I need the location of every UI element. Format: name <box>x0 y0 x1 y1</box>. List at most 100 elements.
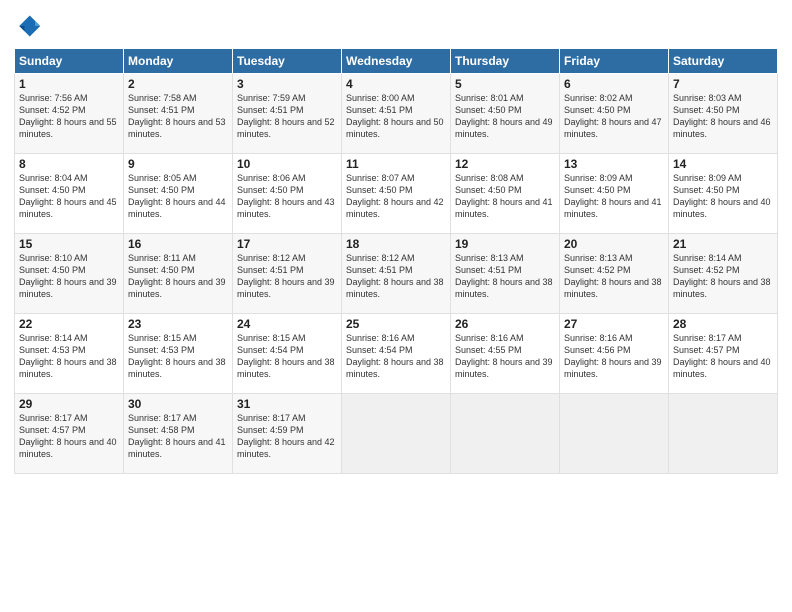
day-number: 2 <box>128 77 228 91</box>
cell-info: Sunrise: 8:15 AMSunset: 4:53 PMDaylight:… <box>128 332 228 381</box>
calendar-cell: 4Sunrise: 8:00 AMSunset: 4:51 PMDaylight… <box>342 74 451 154</box>
day-number: 10 <box>237 157 337 171</box>
day-number: 18 <box>346 237 446 251</box>
calendar-cell: 21Sunrise: 8:14 AMSunset: 4:52 PMDayligh… <box>669 234 778 314</box>
calendar-cell: 27Sunrise: 8:16 AMSunset: 4:56 PMDayligh… <box>560 314 669 394</box>
calendar-cell: 6Sunrise: 8:02 AMSunset: 4:50 PMDaylight… <box>560 74 669 154</box>
cell-info: Sunrise: 7:56 AMSunset: 4:52 PMDaylight:… <box>19 92 119 141</box>
calendar-cell: 23Sunrise: 8:15 AMSunset: 4:53 PMDayligh… <box>124 314 233 394</box>
calendar-cell: 31Sunrise: 8:17 AMSunset: 4:59 PMDayligh… <box>233 394 342 474</box>
calendar-cell: 16Sunrise: 8:11 AMSunset: 4:50 PMDayligh… <box>124 234 233 314</box>
day-number: 24 <box>237 317 337 331</box>
calendar-cell: 12Sunrise: 8:08 AMSunset: 4:50 PMDayligh… <box>451 154 560 234</box>
day-number: 20 <box>564 237 664 251</box>
cell-info: Sunrise: 8:08 AMSunset: 4:50 PMDaylight:… <box>455 172 555 221</box>
day-number: 5 <box>455 77 555 91</box>
day-number: 12 <box>455 157 555 171</box>
cell-info: Sunrise: 8:16 AMSunset: 4:54 PMDaylight:… <box>346 332 446 381</box>
cell-info: Sunrise: 8:13 AMSunset: 4:51 PMDaylight:… <box>455 252 555 301</box>
cell-info: Sunrise: 7:59 AMSunset: 4:51 PMDaylight:… <box>237 92 337 141</box>
cell-info: Sunrise: 8:13 AMSunset: 4:52 PMDaylight:… <box>564 252 664 301</box>
calendar-cell: 20Sunrise: 8:13 AMSunset: 4:52 PMDayligh… <box>560 234 669 314</box>
day-number: 30 <box>128 397 228 411</box>
calendar-header-saturday: Saturday <box>669 49 778 74</box>
calendar-cell: 1Sunrise: 7:56 AMSunset: 4:52 PMDaylight… <box>15 74 124 154</box>
cell-info: Sunrise: 8:16 AMSunset: 4:56 PMDaylight:… <box>564 332 664 381</box>
cell-info: Sunrise: 8:09 AMSunset: 4:50 PMDaylight:… <box>564 172 664 221</box>
cell-info: Sunrise: 8:16 AMSunset: 4:55 PMDaylight:… <box>455 332 555 381</box>
day-number: 14 <box>673 157 773 171</box>
calendar-cell: 28Sunrise: 8:17 AMSunset: 4:57 PMDayligh… <box>669 314 778 394</box>
cell-info: Sunrise: 8:14 AMSunset: 4:53 PMDaylight:… <box>19 332 119 381</box>
calendar-cell: 5Sunrise: 8:01 AMSunset: 4:50 PMDaylight… <box>451 74 560 154</box>
cell-info: Sunrise: 7:58 AMSunset: 4:51 PMDaylight:… <box>128 92 228 141</box>
day-number: 11 <box>346 157 446 171</box>
calendar-header-monday: Monday <box>124 49 233 74</box>
cell-info: Sunrise: 8:03 AMSunset: 4:50 PMDaylight:… <box>673 92 773 141</box>
cell-info: Sunrise: 8:00 AMSunset: 4:51 PMDaylight:… <box>346 92 446 141</box>
cell-info: Sunrise: 8:09 AMSunset: 4:50 PMDaylight:… <box>673 172 773 221</box>
calendar-cell: 2Sunrise: 7:58 AMSunset: 4:51 PMDaylight… <box>124 74 233 154</box>
cell-info: Sunrise: 8:17 AMSunset: 4:57 PMDaylight:… <box>673 332 773 381</box>
day-number: 4 <box>346 77 446 91</box>
cell-info: Sunrise: 8:17 AMSunset: 4:59 PMDaylight:… <box>237 412 337 461</box>
calendar-cell: 24Sunrise: 8:15 AMSunset: 4:54 PMDayligh… <box>233 314 342 394</box>
day-number: 3 <box>237 77 337 91</box>
cell-info: Sunrise: 8:10 AMSunset: 4:50 PMDaylight:… <box>19 252 119 301</box>
logo-icon <box>14 12 42 40</box>
calendar-cell: 19Sunrise: 8:13 AMSunset: 4:51 PMDayligh… <box>451 234 560 314</box>
cell-info: Sunrise: 8:14 AMSunset: 4:52 PMDaylight:… <box>673 252 773 301</box>
day-number: 15 <box>19 237 119 251</box>
day-number: 13 <box>564 157 664 171</box>
calendar-header-thursday: Thursday <box>451 49 560 74</box>
calendar-cell: 9Sunrise: 8:05 AMSunset: 4:50 PMDaylight… <box>124 154 233 234</box>
day-number: 17 <box>237 237 337 251</box>
calendar-table: SundayMondayTuesdayWednesdayThursdayFrid… <box>14 48 778 474</box>
cell-info: Sunrise: 8:02 AMSunset: 4:50 PMDaylight:… <box>564 92 664 141</box>
day-number: 22 <box>19 317 119 331</box>
calendar-header-wednesday: Wednesday <box>342 49 451 74</box>
calendar-cell <box>451 394 560 474</box>
day-number: 23 <box>128 317 228 331</box>
day-number: 7 <box>673 77 773 91</box>
calendar-week-row: 8Sunrise: 8:04 AMSunset: 4:50 PMDaylight… <box>15 154 778 234</box>
calendar-cell <box>560 394 669 474</box>
calendar-week-row: 29Sunrise: 8:17 AMSunset: 4:57 PMDayligh… <box>15 394 778 474</box>
calendar-cell: 8Sunrise: 8:04 AMSunset: 4:50 PMDaylight… <box>15 154 124 234</box>
calendar-cell: 17Sunrise: 8:12 AMSunset: 4:51 PMDayligh… <box>233 234 342 314</box>
cell-info: Sunrise: 8:07 AMSunset: 4:50 PMDaylight:… <box>346 172 446 221</box>
page-container: SundayMondayTuesdayWednesdayThursdayFrid… <box>0 0 792 612</box>
day-number: 9 <box>128 157 228 171</box>
calendar-cell: 14Sunrise: 8:09 AMSunset: 4:50 PMDayligh… <box>669 154 778 234</box>
day-number: 8 <box>19 157 119 171</box>
cell-info: Sunrise: 8:17 AMSunset: 4:58 PMDaylight:… <box>128 412 228 461</box>
calendar-cell: 7Sunrise: 8:03 AMSunset: 4:50 PMDaylight… <box>669 74 778 154</box>
logo <box>14 12 46 40</box>
cell-info: Sunrise: 8:01 AMSunset: 4:50 PMDaylight:… <box>455 92 555 141</box>
day-number: 16 <box>128 237 228 251</box>
calendar-cell: 26Sunrise: 8:16 AMSunset: 4:55 PMDayligh… <box>451 314 560 394</box>
cell-info: Sunrise: 8:12 AMSunset: 4:51 PMDaylight:… <box>346 252 446 301</box>
calendar-cell: 11Sunrise: 8:07 AMSunset: 4:50 PMDayligh… <box>342 154 451 234</box>
cell-info: Sunrise: 8:15 AMSunset: 4:54 PMDaylight:… <box>237 332 337 381</box>
calendar-cell: 10Sunrise: 8:06 AMSunset: 4:50 PMDayligh… <box>233 154 342 234</box>
header <box>14 12 778 40</box>
calendar-header-tuesday: Tuesday <box>233 49 342 74</box>
calendar-week-row: 1Sunrise: 7:56 AMSunset: 4:52 PMDaylight… <box>15 74 778 154</box>
calendar-header-sunday: Sunday <box>15 49 124 74</box>
calendar-cell <box>669 394 778 474</box>
day-number: 31 <box>237 397 337 411</box>
cell-info: Sunrise: 8:05 AMSunset: 4:50 PMDaylight:… <box>128 172 228 221</box>
calendar-cell: 30Sunrise: 8:17 AMSunset: 4:58 PMDayligh… <box>124 394 233 474</box>
calendar-cell: 29Sunrise: 8:17 AMSunset: 4:57 PMDayligh… <box>15 394 124 474</box>
day-number: 28 <box>673 317 773 331</box>
day-number: 21 <box>673 237 773 251</box>
cell-info: Sunrise: 8:17 AMSunset: 4:57 PMDaylight:… <box>19 412 119 461</box>
day-number: 6 <box>564 77 664 91</box>
day-number: 29 <box>19 397 119 411</box>
calendar-header-friday: Friday <box>560 49 669 74</box>
calendar-header-row: SundayMondayTuesdayWednesdayThursdayFrid… <box>15 49 778 74</box>
calendar-cell: 18Sunrise: 8:12 AMSunset: 4:51 PMDayligh… <box>342 234 451 314</box>
calendar-cell <box>342 394 451 474</box>
day-number: 27 <box>564 317 664 331</box>
